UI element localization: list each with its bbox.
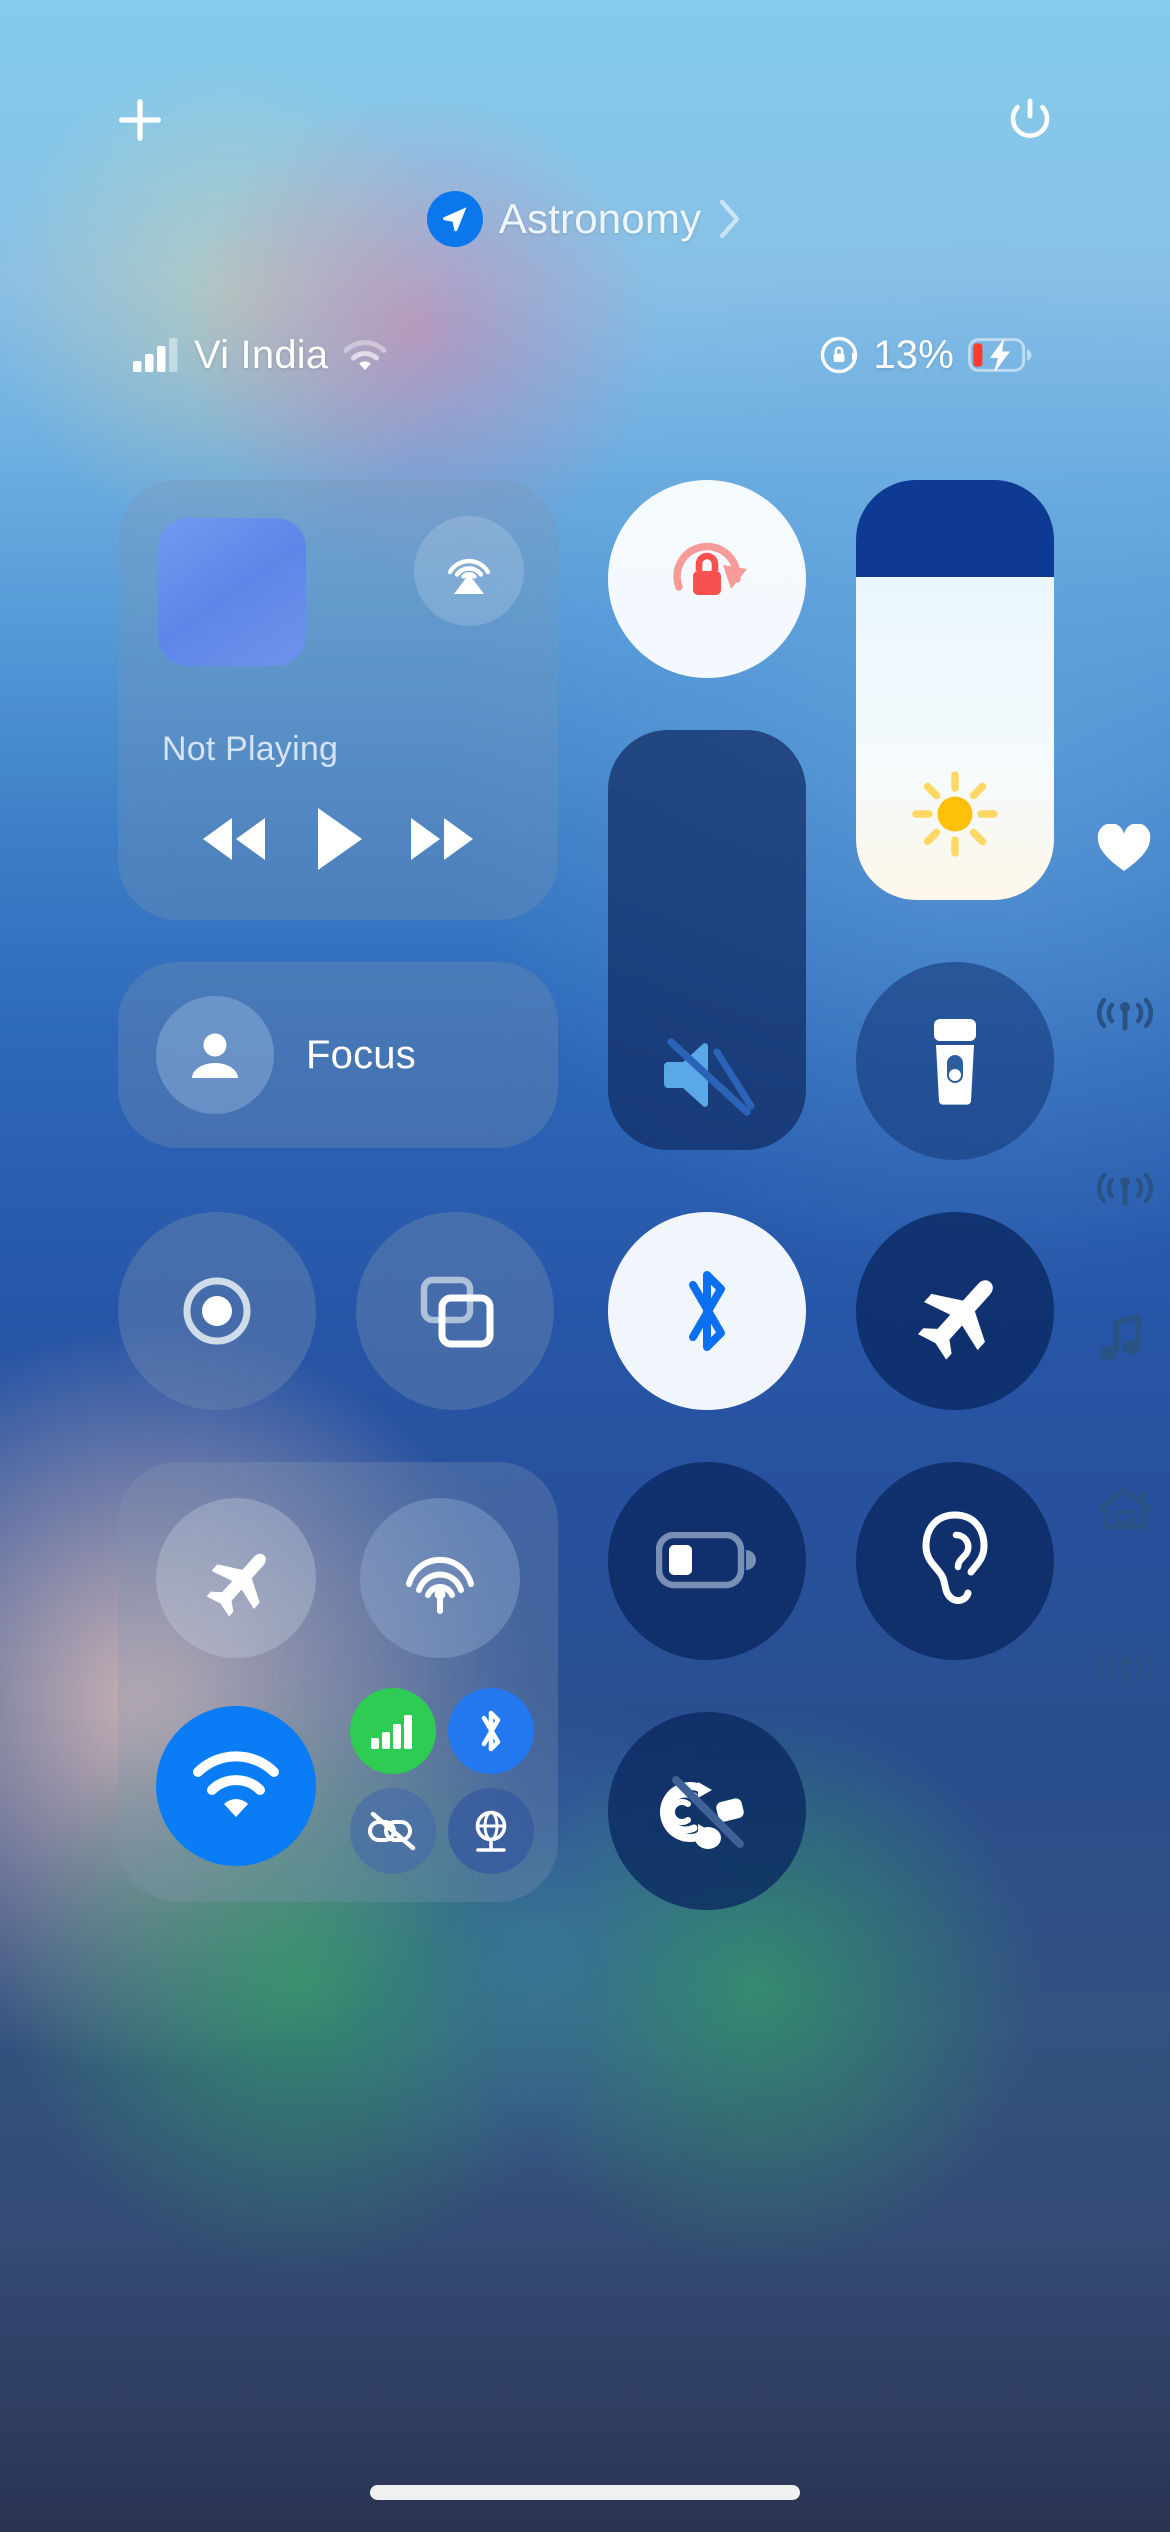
edge-health-button[interactable] — [1092, 810, 1170, 888]
airplay-icon — [447, 558, 491, 594]
media-player-widget[interactable]: Not Playing — [118, 480, 558, 920]
airplane-icon — [917, 1280, 993, 1360]
screen-mirroring-toggle[interactable] — [356, 1212, 554, 1410]
fast-forward-button[interactable] — [390, 796, 494, 882]
airplay-button[interactable] — [414, 516, 524, 626]
brightness-slider[interactable] — [856, 480, 1054, 900]
flashlight-icon — [934, 1019, 976, 1105]
low-battery-icon — [656, 1532, 756, 1589]
connectivity-airplane-toggle[interactable] — [156, 1498, 316, 1658]
sun-icon — [856, 766, 1054, 862]
vpn-globe-icon — [475, 1810, 507, 1852]
edge-broadcast-button-2[interactable] — [1092, 1150, 1170, 1228]
announce-notifications-toggle[interactable] — [608, 1712, 806, 1910]
connectivity-module[interactable] — [118, 1462, 558, 1902]
hearing-toggle[interactable] — [856, 1462, 1054, 1660]
rotation-lock-icon — [673, 542, 747, 595]
play-icon — [318, 808, 362, 870]
wifi-icon — [193, 1751, 279, 1817]
screen-record-icon — [183, 1277, 251, 1345]
cellular-data-toggle[interactable] — [350, 1688, 436, 1774]
low-power-mode-toggle[interactable] — [608, 1462, 806, 1660]
home-indicator[interactable] — [370, 2485, 800, 2500]
person-icon — [156, 996, 274, 1114]
airdrop-icon — [406, 1556, 474, 1614]
rewind-button[interactable] — [182, 796, 286, 882]
focus-widget[interactable]: Focus — [118, 962, 558, 1148]
control-center-grid: Not Playing Focus — [0, 0, 1170, 2532]
home-icon — [1097, 1487, 1153, 1530]
broadcast-icon — [1096, 1652, 1154, 1686]
media-transport-controls — [158, 796, 518, 882]
speaker-mute-icon — [608, 1034, 806, 1116]
music-note-icon — [1100, 1314, 1141, 1360]
cellular-bars-icon — [371, 1715, 412, 1749]
edge-broadcast-button-1[interactable] — [1092, 975, 1170, 1053]
airdrop-toggle[interactable] — [360, 1498, 520, 1658]
vpn-toggle[interactable] — [448, 1788, 534, 1874]
album-art-placeholder — [158, 518, 306, 666]
announce-notifications-off-icon — [660, 1776, 744, 1849]
media-title-label: Not Playing — [162, 730, 339, 768]
ear-icon — [922, 1511, 988, 1604]
edge-music-button[interactable] — [1092, 1300, 1170, 1378]
wifi-toggle[interactable] — [156, 1706, 316, 1866]
heart-icon — [1097, 824, 1151, 871]
airplane-icon — [206, 1553, 266, 1617]
fast-forward-icon — [411, 818, 473, 860]
bluetooth-icon — [481, 1710, 501, 1752]
edge-broadcast-button-3[interactable] — [1092, 1630, 1170, 1708]
screen-record-toggle[interactable] — [118, 1212, 316, 1410]
rewind-icon — [203, 818, 265, 860]
flashlight-toggle[interactable] — [856, 962, 1054, 1160]
volume-slider[interactable] — [608, 730, 806, 1150]
rotation-lock-toggle[interactable] — [608, 480, 806, 678]
focus-label: Focus — [306, 1032, 416, 1077]
broadcast-icon — [1096, 1172, 1154, 1206]
airplane-mode-toggle[interactable] — [856, 1212, 1054, 1410]
edge-home-button[interactable] — [1092, 1470, 1170, 1548]
bluetooth-icon — [689, 1271, 725, 1351]
broadcast-icon — [1096, 997, 1154, 1031]
play-button[interactable] — [286, 796, 390, 882]
screen-mirroring-icon — [420, 1276, 494, 1348]
personal-hotspot-toggle[interactable] — [350, 1788, 436, 1874]
personal-hotspot-off-icon — [368, 1811, 416, 1851]
bluetooth-toggle[interactable] — [608, 1212, 806, 1410]
connectivity-bluetooth-toggle[interactable] — [448, 1688, 534, 1774]
